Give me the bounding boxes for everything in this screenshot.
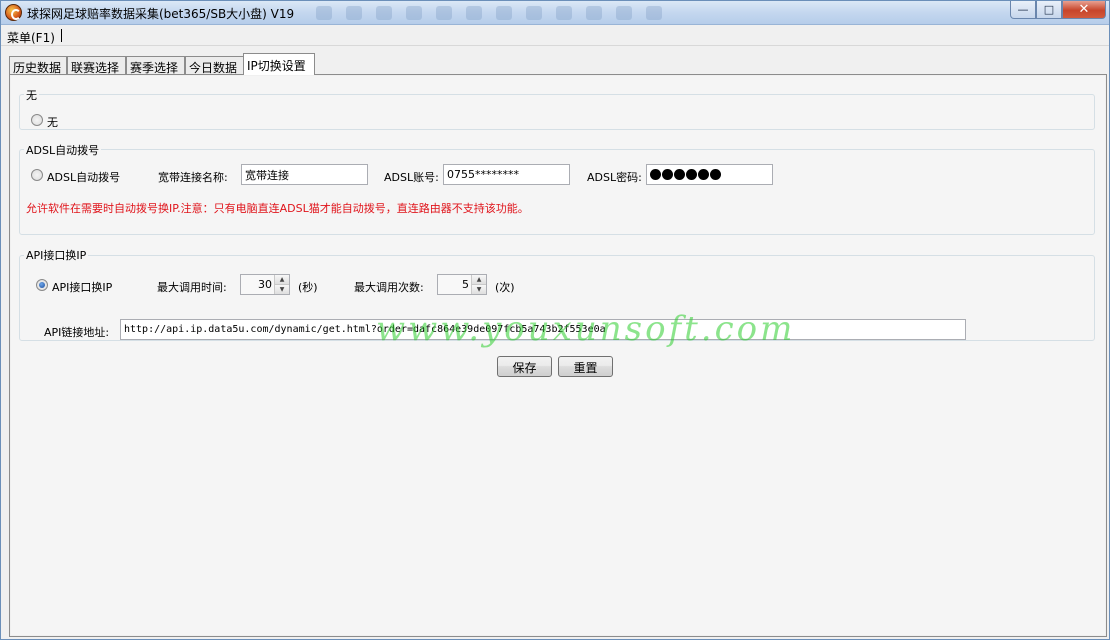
- menu-main[interactable]: 菜单(F1): [7, 29, 55, 46]
- ghost-icon: [436, 6, 452, 20]
- ghost-icon: [346, 6, 362, 20]
- radio-api-label: API接口换IP: [52, 281, 113, 294]
- tab-panel-body: 无 无 ADSL自动拨号 ADSL自动拨号 宽带连接名称: ADSL账号: AD…: [11, 76, 1105, 635]
- tab-history-data[interactable]: 历史数据: [9, 56, 67, 75]
- reset-button[interactable]: 重置: [558, 356, 613, 377]
- minimize-button[interactable]: —: [1010, 1, 1036, 19]
- group-none: [19, 94, 1095, 130]
- max-time-stepper[interactable]: 30 ▲ ▼: [240, 274, 290, 295]
- tab-today-data[interactable]: 今日数据: [185, 56, 244, 75]
- ghost-icon: [316, 6, 332, 20]
- adsl-account-input[interactable]: [443, 164, 570, 185]
- tab-season-select[interactable]: 赛季选择: [126, 56, 185, 75]
- adsl-password-label: ADSL密码:: [587, 171, 642, 184]
- tab-ip-switch-settings[interactable]: IP切换设置: [243, 53, 315, 75]
- max-count-label: 最大调用次数:: [354, 281, 424, 294]
- ghost-icon: [526, 6, 542, 20]
- radio-none[interactable]: [31, 114, 43, 126]
- tab-panel-ip-settings: 无 无 ADSL自动拨号 ADSL自动拨号 宽带连接名称: ADSL账号: AD…: [9, 74, 1107, 637]
- title-bar-background-icons: [316, 3, 996, 23]
- ghost-icon: [376, 6, 392, 20]
- adsl-account-label: ADSL账号:: [384, 171, 439, 184]
- password-dot: [650, 169, 661, 180]
- password-dot: [662, 169, 673, 180]
- radio-adsl-label: ADSL自动拨号: [47, 171, 121, 184]
- adsl-password-input[interactable]: [646, 164, 773, 185]
- ghost-icon: [466, 6, 482, 20]
- max-time-arrows: ▲ ▼: [274, 275, 289, 294]
- group-api-title: API接口换IP: [24, 247, 89, 263]
- password-dot: [686, 169, 697, 180]
- maximize-button[interactable]: □: [1036, 1, 1062, 19]
- ghost-icon: [616, 6, 632, 20]
- menu-separator: [61, 29, 62, 42]
- password-dot: [674, 169, 685, 180]
- ghost-icon: [496, 6, 512, 20]
- max-time-down-icon[interactable]: ▼: [275, 284, 289, 294]
- radio-api[interactable]: [36, 279, 48, 291]
- connection-name-label: 宽带连接名称:: [158, 171, 228, 184]
- max-count-value[interactable]: 5: [438, 275, 471, 294]
- api-url-label: API链接地址:: [44, 326, 110, 339]
- group-none-title: 无: [24, 87, 39, 103]
- ghost-icon: [646, 6, 662, 20]
- save-button[interactable]: 保存: [497, 356, 552, 377]
- menu-bar: 菜单(F1): [1, 26, 1109, 46]
- close-button[interactable]: ✕: [1062, 1, 1106, 19]
- ghost-icon: [556, 6, 572, 20]
- max-count-arrows: ▲ ▼: [471, 275, 486, 294]
- max-time-value[interactable]: 30: [241, 275, 274, 294]
- window-controls: — □ ✕: [1010, 1, 1106, 20]
- max-time-up-icon[interactable]: ▲: [275, 275, 289, 284]
- connection-name-input[interactable]: [241, 164, 368, 185]
- radio-none-label: 无: [47, 116, 58, 129]
- max-count-down-icon[interactable]: ▼: [472, 284, 486, 294]
- app-window: 球探网足球赔率数据采集(bet365/SB大小盘) V19 — □ ✕ 菜单(F…: [0, 0, 1110, 640]
- password-dot: [710, 169, 721, 180]
- window-title: 球探网足球赔率数据采集(bet365/SB大小盘) V19: [27, 7, 295, 21]
- password-dot: [698, 169, 709, 180]
- max-count-stepper[interactable]: 5 ▲ ▼: [437, 274, 487, 295]
- max-time-unit: (秒): [298, 281, 318, 294]
- group-adsl: [19, 149, 1095, 235]
- ghost-icon: [586, 6, 602, 20]
- app-logo-icon: [5, 4, 22, 21]
- max-count-up-icon[interactable]: ▲: [472, 275, 486, 284]
- ghost-icon: [406, 6, 422, 20]
- tab-league-select[interactable]: 联赛选择: [67, 56, 126, 75]
- api-url-input[interactable]: [120, 319, 966, 340]
- title-bar[interactable]: 球探网足球赔率数据采集(bet365/SB大小盘) V19 — □ ✕: [1, 1, 1109, 25]
- group-adsl-title: ADSL自动拨号: [24, 142, 102, 158]
- radio-adsl[interactable]: [31, 169, 43, 181]
- max-time-label: 最大调用时间:: [157, 281, 227, 294]
- max-count-unit: (次): [495, 281, 515, 294]
- adsl-notice: 允许软件在需要时自动拨号换IP.注意：只有电脑直连ADSL猫才能自动拨号，直连路…: [26, 202, 529, 215]
